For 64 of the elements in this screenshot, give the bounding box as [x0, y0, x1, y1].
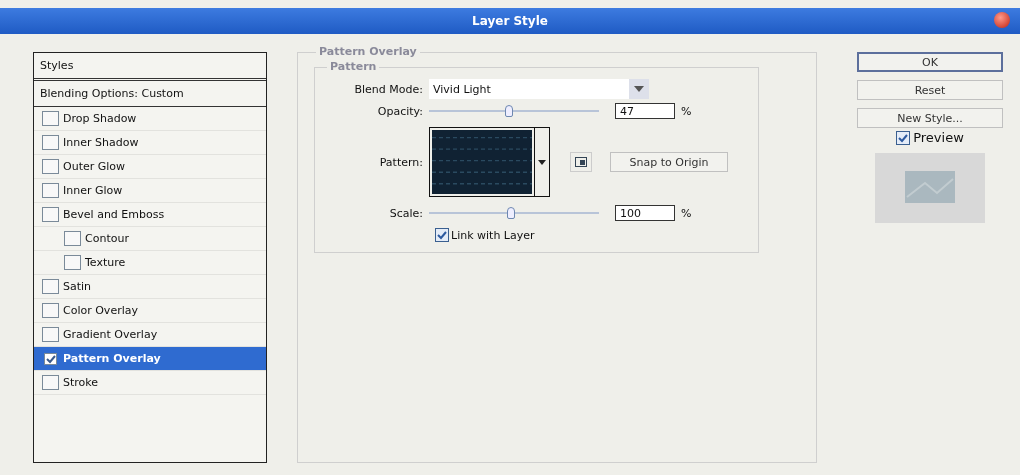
dropdown-arrow-icon[interactable] — [534, 128, 549, 196]
style-item[interactable]: Satin — [34, 275, 266, 299]
style-item[interactable]: Texture — [34, 251, 266, 275]
style-item[interactable]: Drop Shadow — [34, 107, 266, 131]
blend-mode-label: Blend Mode: — [353, 82, 423, 96]
scale-field[interactable]: 100 — [615, 205, 675, 221]
checkbox[interactable] — [64, 231, 81, 246]
new-preset-icon[interactable] — [570, 152, 592, 172]
styles-header: Styles — [34, 53, 266, 81]
style-label: Stroke — [63, 376, 99, 389]
checkbox[interactable] — [42, 327, 59, 342]
style-label: Satin — [63, 280, 92, 293]
style-label: Contour — [85, 232, 129, 245]
checkbox[interactable] — [435, 228, 449, 242]
style-item[interactable]: Inner Glow — [34, 179, 266, 203]
style-label: Inner Shadow — [63, 136, 139, 149]
checkbox[interactable] — [896, 130, 911, 145]
checkbox[interactable] — [44, 352, 57, 365]
slider-thumb[interactable] — [506, 207, 515, 219]
pattern-swatch[interactable] — [432, 130, 532, 194]
style-item[interactable]: Inner Shadow — [34, 131, 266, 155]
dialog-button[interactable]: New Style... — [857, 108, 1003, 128]
style-item[interactable]: Outer Glow — [34, 155, 266, 179]
checkbox[interactable] — [42, 279, 59, 294]
style-item[interactable]: Color Overlay — [34, 299, 266, 323]
checkbox[interactable] — [42, 303, 59, 318]
dialog-button[interactable]: OK — [857, 52, 1003, 72]
style-label: Inner Glow — [63, 184, 123, 197]
checkbox[interactable] — [42, 183, 59, 198]
pattern-label: Pattern: — [378, 155, 423, 169]
style-label: Drop Shadow — [63, 112, 137, 125]
style-item[interactable]: Pattern Overlay — [34, 347, 266, 371]
scale-label: Scale: — [388, 206, 423, 220]
style-label: Bevel and Emboss — [63, 208, 165, 221]
style-label: Color Overlay — [63, 304, 138, 317]
checkbox[interactable] — [42, 135, 59, 150]
slider-thumb[interactable] — [504, 105, 513, 117]
opacity-field[interactable]: 47 — [615, 103, 675, 119]
style-item[interactable]: Stroke — [34, 371, 266, 395]
checkbox[interactable] — [42, 111, 59, 126]
group-title: Pattern — [327, 60, 380, 73]
checkbox[interactable] — [42, 207, 59, 222]
snap-to-origin-button[interactable]: Snap to Origin — [610, 152, 728, 172]
close-icon[interactable] — [994, 12, 1010, 28]
window-title: Layer Style — [472, 14, 548, 28]
caret-icon[interactable] — [634, 86, 644, 92]
blend-mode-dropdown[interactable]: Vivid Light — [429, 79, 649, 99]
checkbox[interactable] — [42, 159, 59, 174]
style-label: Outer Glow — [63, 160, 126, 173]
percent-label: % — [681, 104, 692, 118]
style-label: Pattern Overlay — [63, 352, 161, 365]
dialog-button[interactable]: Reset — [857, 80, 1003, 100]
opacity-label: Opacity: — [376, 104, 423, 118]
percent-label: % — [681, 206, 692, 220]
group-title: Pattern Overlay — [316, 45, 420, 58]
style-label: Texture — [85, 256, 126, 269]
link-with-layer-label: Link with Layer — [451, 228, 535, 242]
style-item[interactable]: Bevel and Emboss — [34, 203, 266, 227]
style-item[interactable]: Contour — [34, 227, 266, 251]
checkbox[interactable] — [64, 255, 81, 270]
blending-options-item[interactable]: Blending Options: Custom — [34, 81, 266, 107]
style-label: Gradient Overlay — [63, 328, 158, 341]
checkbox[interactable] — [42, 375, 59, 390]
preview-label: Preview — [913, 130, 964, 145]
